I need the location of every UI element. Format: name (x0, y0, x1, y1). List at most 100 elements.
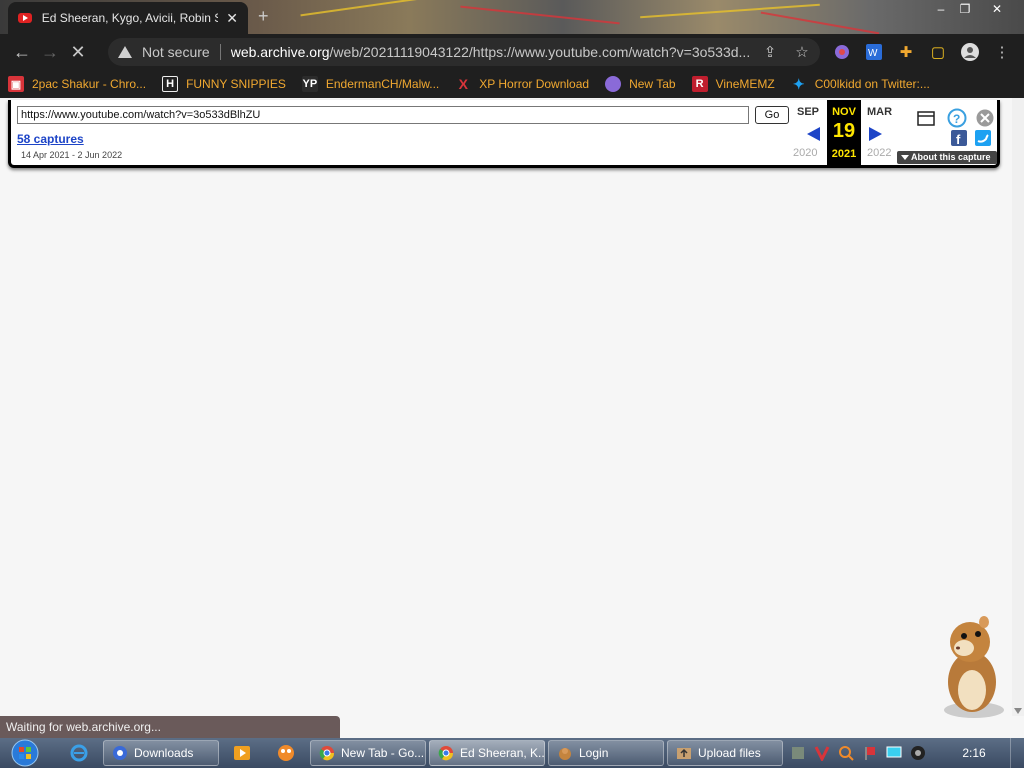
bookmark-star-icon[interactable]: ☆ (792, 42, 812, 62)
next-capture-arrow-icon[interactable] (869, 127, 882, 141)
close-window-button[interactable]: ✕ (986, 2, 1008, 16)
profile-avatar-icon[interactable] (960, 42, 980, 62)
media-player-icon[interactable] (233, 744, 251, 762)
youtube-icon (18, 13, 32, 23)
extension-globe-icon[interactable] (832, 42, 852, 62)
new-tab-button[interactable]: + (258, 6, 269, 27)
bookmark-label: EndermanCH/Malw... (325, 77, 440, 91)
bookmark-label: VineMEMZ (715, 77, 775, 91)
bookmark-vinememz[interactable]: R VineMEMZ (691, 76, 775, 92)
svg-text:?: ? (953, 112, 960, 126)
next-month[interactable]: MAR (867, 106, 892, 118)
status-bar: Waiting for web.archive.org... (0, 716, 340, 738)
bookmark-xp-horror[interactable]: X XP Horror Download (455, 76, 590, 92)
bookmark-funny-snippies[interactable]: H FUNNY SNIPPIES (162, 76, 286, 92)
task-label: Login (579, 746, 609, 760)
task-downloads[interactable]: Downloads (103, 740, 219, 766)
about-capture-button[interactable]: About this capture (897, 151, 997, 164)
tray-v-icon[interactable] (814, 745, 830, 761)
back-arrow-icon[interactable]: ← (8, 38, 36, 66)
clock[interactable]: 2:16 AM (952, 738, 996, 768)
extensions-puzzle-icon[interactable]: ✚ (896, 42, 916, 62)
help-icon[interactable]: ? (947, 108, 967, 128)
bookmark-label: XP Horror Download (479, 77, 590, 91)
bookmark-2pac[interactable]: ▣ 2pac Shakur - Chro... (8, 76, 146, 92)
forward-arrow-icon[interactable]: → (36, 38, 64, 66)
vertical-scrollbar[interactable] (1012, 98, 1024, 716)
task-upload-files[interactable]: Upload files (667, 740, 783, 766)
yp-icon: YP (301, 76, 318, 92)
bookmark-label: New Tab (629, 77, 676, 91)
svg-text:f: f (956, 132, 961, 146)
address-bar[interactable]: Not secure web.archive.org/web/202111190… (108, 38, 820, 66)
task-ed-sheeran[interactable]: Ed Sheeran, K... (429, 740, 545, 766)
prev-capture-arrow-icon[interactable] (807, 127, 820, 141)
security-label: Not secure (142, 44, 210, 60)
tray-monitor-icon[interactable] (886, 745, 902, 761)
chrome-icon (438, 746, 454, 761)
h-icon: H (162, 76, 179, 92)
wayback-toolbar: Go 58 captures 14 Apr 2021 - 2 Jun 2022 … (8, 100, 1000, 168)
hamster-app-icon (559, 748, 571, 760)
globe-icon (605, 76, 622, 92)
extension-wp-icon[interactable]: W (864, 42, 884, 62)
tray-app-icon[interactable] (790, 745, 806, 761)
r-icon: R (691, 76, 708, 92)
warning-icon (118, 46, 132, 58)
close-toolbar-icon[interactable] (975, 108, 995, 128)
browser-toolbar: ← → ✕ Not secure web.archive.org/web/202… (0, 34, 1024, 70)
maximize-button[interactable]: ❐ (954, 2, 976, 16)
minimize-button[interactable]: – (930, 2, 952, 16)
show-desktop-button[interactable] (1010, 738, 1024, 768)
task-new-tab[interactable]: New Tab - Go... (310, 740, 426, 766)
task-label: New Tab - Go... (341, 746, 425, 760)
paint-app-icon[interactable] (277, 744, 295, 762)
calendar-icon[interactable] (917, 110, 935, 126)
scroll-down-icon[interactable] (1014, 708, 1022, 714)
go-button[interactable]: Go (755, 106, 789, 124)
task-label: Ed Sheeran, K... (460, 746, 545, 760)
tray-volume-icon[interactable] (910, 745, 926, 761)
upload-icon (677, 748, 691, 759)
bookmark-new-tab[interactable]: New Tab (605, 76, 676, 92)
current-month: NOV (832, 106, 856, 118)
share-icon[interactable]: ⇪ (760, 42, 780, 62)
hamster-image (944, 616, 1004, 718)
bookmarks-bar: ▣ 2pac Shakur - Chro... H FUNNY SNIPPIES Y… (0, 70, 1024, 98)
menu-kebab-icon[interactable]: ⋮ (992, 42, 1012, 62)
prev-year[interactable]: 2020 (793, 147, 817, 159)
task-label: Upload files (698, 746, 761, 760)
title-bar: Ed Sheeran, Kygo, Avicii, Robin S ✕ + – … (0, 0, 1024, 34)
twitter-share-icon[interactable] (975, 130, 991, 146)
url-text: web.archive.org/web/20211119043122/https… (231, 44, 751, 60)
wayback-url-input[interactable] (17, 106, 749, 124)
capture-range: 14 Apr 2021 - 2 Jun 2022 (21, 150, 123, 160)
captures-link[interactable]: 58 captures (17, 132, 84, 146)
bookmark-endermanch[interactable]: YP EndermanCH/Malw... (301, 76, 440, 92)
taskbar: Downloads New Tab - Go... Ed Sheeran, K.… (0, 738, 1024, 768)
prev-month[interactable]: SEP (797, 106, 819, 118)
next-year[interactable]: 2022 (867, 147, 891, 159)
tab-active[interactable]: Ed Sheeran, Kygo, Avicii, Robin S ✕ (8, 2, 248, 34)
url-path: /web/20211119043122/https://www.youtube.… (329, 44, 751, 60)
url-host: web.archive.org (230, 44, 330, 60)
current-day: 19 (832, 120, 856, 142)
bookmark-c00lkidd[interactable]: ✦ C00lkidd on Twitter:... (791, 76, 930, 92)
folder-icon (113, 746, 127, 760)
address-divider (219, 44, 221, 60)
close-tab-icon[interactable]: ✕ (226, 10, 238, 27)
wallpaper-scribble (760, 11, 880, 34)
stop-loading-icon[interactable]: ✕ (64, 38, 92, 66)
page-content (0, 98, 1012, 716)
tray-search-icon[interactable] (838, 745, 854, 761)
tray-flag-icon[interactable] (862, 745, 878, 761)
facebook-icon[interactable]: f (951, 130, 967, 146)
internet-explorer-icon[interactable] (70, 744, 88, 762)
task-login[interactable]: Login (548, 740, 664, 766)
twitter-icon: ✦ (792, 75, 805, 92)
task-label: Downloads (134, 746, 194, 760)
start-button[interactable] (6, 738, 44, 768)
svg-text:W: W (868, 48, 878, 59)
current-year: 2021 (831, 148, 857, 160)
sidebar-panel-icon[interactable]: ▢ (928, 42, 948, 62)
